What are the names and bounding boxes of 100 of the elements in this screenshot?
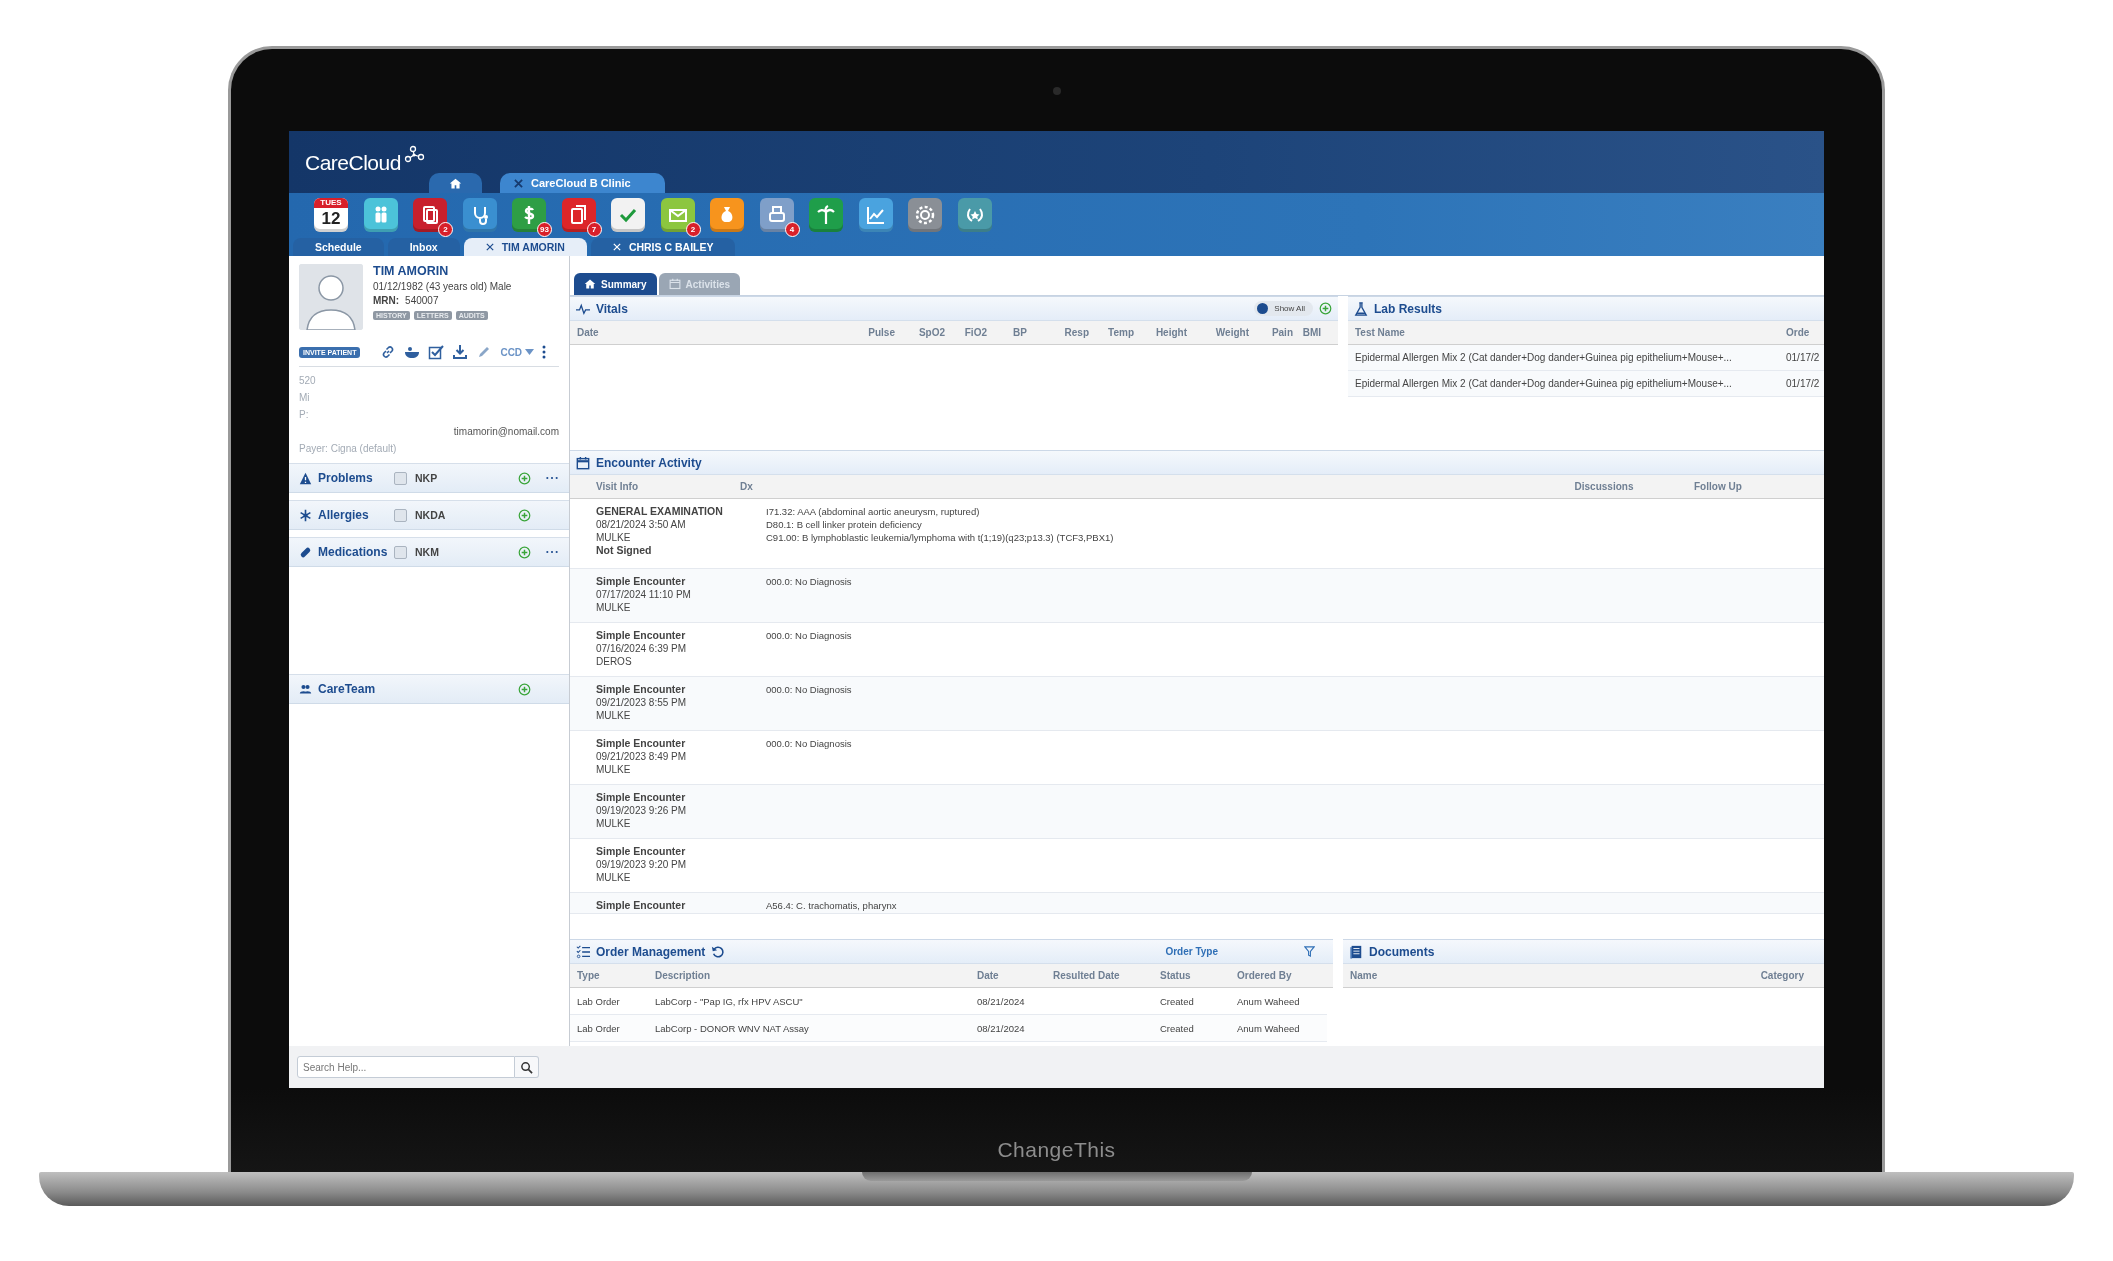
location-tab[interactable]: CareCloud B Clinic [500, 173, 665, 193]
people-icon [299, 682, 312, 696]
checkbox-icon[interactable] [428, 344, 445, 360]
add-icon[interactable] [518, 471, 531, 485]
search-field[interactable]: Search Help... [297, 1056, 515, 1078]
column-header: Category [1760, 970, 1804, 981]
checklist-icon [576, 944, 590, 959]
palm-tree-icon[interactable] [809, 198, 843, 232]
gear-icon[interactable] [908, 198, 942, 232]
caret-icon [525, 349, 535, 355]
visit-detail: 09/21/2023 8:49 PM [596, 750, 688, 763]
section-title: CareTeam [318, 682, 377, 696]
visit-detail: 07/16/2024 6:39 PM [596, 642, 688, 655]
add-icon[interactable] [518, 682, 531, 696]
visit-type[interactable]: Simple Encounter [596, 845, 766, 858]
section-header[interactable]: CareTeam [289, 674, 569, 704]
home-icon [584, 278, 596, 290]
visit-type[interactable]: GENERAL EXAMINATION [596, 505, 766, 518]
flask-icon [1354, 301, 1368, 316]
nav-tab[interactable]: CHRIS C BAILEY [590, 238, 736, 256]
diagnosis: D80.1: B cell linker protein deficiency [766, 518, 923, 531]
close-icon[interactable] [514, 178, 523, 188]
checkbox[interactable] [394, 508, 407, 522]
visit-type[interactable]: Simple Encounter [596, 629, 766, 642]
fax-icon[interactable] [759, 198, 794, 232]
stethoscope-icon[interactable] [462, 198, 497, 232]
show-all-toggle[interactable]: Show All [1254, 301, 1313, 316]
section-title: Medications [318, 545, 389, 559]
mrn-label: MRN: [373, 295, 400, 306]
diagnosis: 000.0: No Diagnosis [766, 737, 852, 750]
table-cell: 01/17/2 [1786, 352, 1820, 363]
more-icon[interactable] [545, 550, 559, 554]
visit-detail: 09/19/2023 9:20 PM [596, 858, 688, 871]
visit-type[interactable]: Simple Encounter [596, 899, 766, 912]
pill-icon [299, 545, 312, 559]
envelope-icon[interactable] [660, 198, 695, 232]
checkmark-icon[interactable] [611, 198, 645, 232]
camera-dot [1052, 87, 1061, 95]
column-header: Visit Info [595, 481, 640, 492]
search-icon [520, 1060, 533, 1074]
download-icon[interactable] [452, 344, 469, 360]
view-tab[interactable]: Summary [574, 273, 657, 295]
more-icon[interactable] [545, 476, 559, 480]
table-cell-text: 08/21/2024 [977, 1022, 1026, 1034]
column-header: Description [655, 970, 711, 981]
nav-tab[interactable]: TIM AMORIN [463, 238, 587, 256]
visit-type[interactable]: Simple Encounter [596, 575, 766, 588]
contact-line: Mi [299, 392, 311, 403]
close-icon[interactable] [485, 243, 494, 251]
contact-line: 520 [299, 375, 317, 386]
section-header[interactable]: Allergies NKDA [289, 500, 569, 530]
diagnosis: 000.0: No Diagnosis [766, 575, 852, 588]
column-header: Orde [1786, 327, 1810, 338]
add-icon[interactable] [1319, 302, 1332, 315]
section-header[interactable]: Medications NKM [289, 537, 569, 567]
logo[interactable]: CareCloud [305, 151, 401, 175]
add-icon[interactable] [518, 545, 531, 559]
diagnosis: A56.4: C. trachomatis, pharynx [766, 899, 897, 912]
visit-detail: MULKE [596, 817, 632, 830]
nav-tab[interactable]: Inbox [387, 238, 460, 256]
table-cell-text: LabCorp - DONOR WNV NAT Assay [655, 1022, 810, 1034]
filter-icon[interactable] [1304, 946, 1315, 957]
column-header: Follow Up [1694, 481, 1743, 492]
table-cell-text: Lab Order [577, 1022, 621, 1034]
refresh-icon[interactable] [711, 944, 726, 959]
bowl-icon[interactable] [404, 344, 421, 360]
documents-icon[interactable] [561, 198, 596, 232]
chart-icon[interactable] [858, 198, 893, 232]
patient-email: timamorin@nomail.com [453, 426, 559, 437]
table-cell-text: Anum Waheed [1237, 995, 1301, 1007]
checkbox-label: NKM [415, 546, 440, 558]
checkbox[interactable] [394, 545, 407, 559]
people-icon[interactable] [363, 198, 398, 232]
visit-detail: DEROS [596, 655, 633, 668]
table-cell-text: Created [1160, 995, 1195, 1007]
patient-demographics: 01/12/1982 (43 years old) Male [373, 281, 512, 292]
document-icon[interactable] [413, 198, 447, 232]
column-header: Pain [1270, 327, 1293, 338]
section-header[interactable]: Problems NKP [289, 463, 569, 493]
home-tab[interactable] [429, 173, 482, 193]
home-icon [449, 176, 462, 190]
visit-type[interactable]: Simple Encounter [596, 683, 766, 696]
table-cell-text: Anum Waheed [1237, 1022, 1301, 1034]
nav-tab[interactable]: Schedule [293, 238, 384, 256]
calendar-icon [668, 278, 681, 290]
search-button[interactable] [515, 1056, 539, 1078]
wreath-icon[interactable] [957, 198, 992, 232]
visit-type[interactable]: Simple Encounter [596, 737, 766, 750]
column-header: FiO2 [963, 327, 987, 338]
filter-label[interactable]: Order Type [1165, 946, 1218, 957]
add-icon[interactable] [518, 508, 531, 522]
table-cell-text: Epidermal Allergen Mix 2 (Cat dander+Dog dander+Guinea pig epithelium+Mouse+... [1355, 378, 1733, 389]
diagnosis: I71.32: AAA (abdominal aortic aneurysm, ruptured) [766, 505, 981, 518]
table-cell-text: LabCorp - "Pap IG, rfx HPV ASCU" [655, 995, 804, 1007]
kebab-menu-icon[interactable] [542, 345, 547, 359]
calendar-icon[interactable]: TUES 12 [314, 198, 348, 232]
visit-type[interactable]: Simple Encounter [596, 791, 766, 804]
money-bag-icon[interactable] [710, 198, 744, 232]
checkbox[interactable] [394, 471, 407, 485]
column-header: BMI [1301, 327, 1321, 338]
